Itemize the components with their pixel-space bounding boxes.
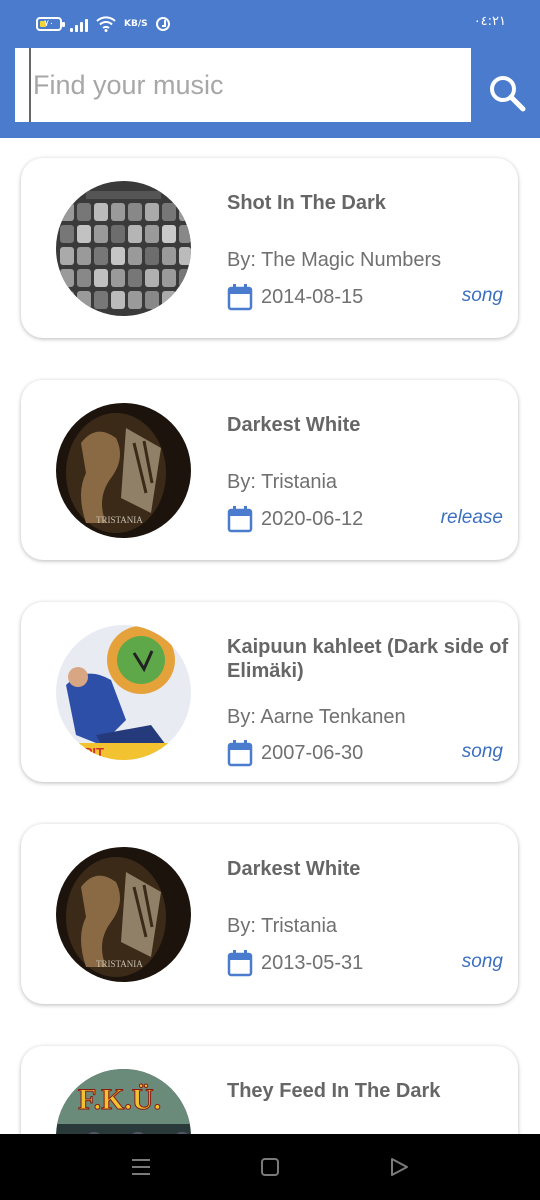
- date-row: 2014-08-15: [227, 282, 363, 312]
- track-artist: By: Tristania: [227, 471, 338, 493]
- status-bar: ٧٠ KB/S ٠٤:٢١: [0, 0, 540, 46]
- album-art: O PIT: [56, 625, 191, 760]
- item-type: song: [461, 951, 503, 972]
- track-artist: By: Aarne Tenkanen: [227, 706, 406, 728]
- search-input[interactable]: [29, 48, 469, 122]
- album-art: TRISTANIA: [56, 403, 191, 538]
- calendar-icon: [227, 506, 253, 533]
- menu-button[interactable]: [130, 1156, 152, 1183]
- search-button[interactable]: [482, 68, 532, 118]
- result-card[interactable]: TRISTANIA Darkest White By: Tristania 20…: [21, 824, 518, 1004]
- app-header: ٧٠ KB/S ٠٤:٢١: [0, 0, 540, 138]
- wifi-icon: [96, 16, 116, 32]
- search-box: [15, 48, 471, 122]
- item-type: release: [440, 507, 503, 528]
- release-date: 2007-06-30: [261, 741, 364, 764]
- calendar-icon: [227, 284, 253, 311]
- back-button[interactable]: [388, 1156, 410, 1183]
- item-type: song: [461, 741, 503, 762]
- alarm-icon: [155, 17, 170, 31]
- item-type: song: [461, 285, 503, 306]
- release-date: 2014-08-15: [261, 285, 364, 308]
- track-title: Shot In The Dark: [227, 192, 386, 214]
- album-art: [56, 181, 191, 316]
- track-artist: By: Tristania: [227, 915, 338, 937]
- signal-icon: [70, 16, 88, 32]
- results-list: Shot In The Dark By: The Magic Numbers 2…: [0, 138, 540, 1134]
- search-icon: [490, 76, 526, 112]
- result-card[interactable]: O PIT Kaipuun kahleet (Dark side of Elim…: [21, 602, 518, 782]
- result-card[interactable]: F.K.Ü. They Feed In The Dark: [21, 1046, 518, 1134]
- date-row: 2007-06-30: [227, 738, 363, 768]
- date-row: 2020-06-12: [227, 504, 363, 534]
- svg-text:O PIT: O PIT: [70, 745, 104, 760]
- result-card[interactable]: Shot In The Dark By: The Magic Numbers 2…: [21, 158, 518, 338]
- battery-icon: ٧٠: [36, 17, 65, 31]
- svg-text:F.K.Ü.: F.K.Ü.: [78, 1083, 161, 1116]
- track-title: Darkest White: [227, 858, 361, 880]
- track-title: Kaipuun kahleet (Dark side of Elimäki): [227, 636, 509, 682]
- release-date: 2013-05-31: [261, 951, 364, 974]
- home-icon: [261, 1158, 279, 1176]
- release-date: 2020-06-12: [261, 507, 364, 530]
- svg-text:TRISTANIA: TRISTANIA: [96, 515, 143, 525]
- calendar-icon: [227, 740, 253, 767]
- svg-text:TRISTANIA: TRISTANIA: [96, 959, 143, 969]
- menu-icon: [132, 1159, 150, 1175]
- status-time: ٠٤:٢١: [473, 14, 506, 29]
- battery-level: ٧٠: [44, 19, 54, 29]
- calendar-icon: [227, 950, 253, 977]
- album-art: TRISTANIA: [56, 847, 191, 982]
- date-row: 2013-05-31: [227, 948, 363, 978]
- home-button[interactable]: [259, 1156, 281, 1183]
- net-speed: KB/S: [124, 18, 148, 29]
- track-title: They Feed In The Dark: [227, 1080, 441, 1102]
- track-title: Darkest White: [227, 414, 361, 436]
- back-icon: [391, 1158, 408, 1176]
- album-art: F.K.Ü.: [56, 1069, 191, 1134]
- track-artist: By: The Magic Numbers: [227, 249, 442, 271]
- system-nav-bar: [0, 1134, 540, 1200]
- result-card[interactable]: TRISTANIA Darkest White By: Tristania 20…: [21, 380, 518, 560]
